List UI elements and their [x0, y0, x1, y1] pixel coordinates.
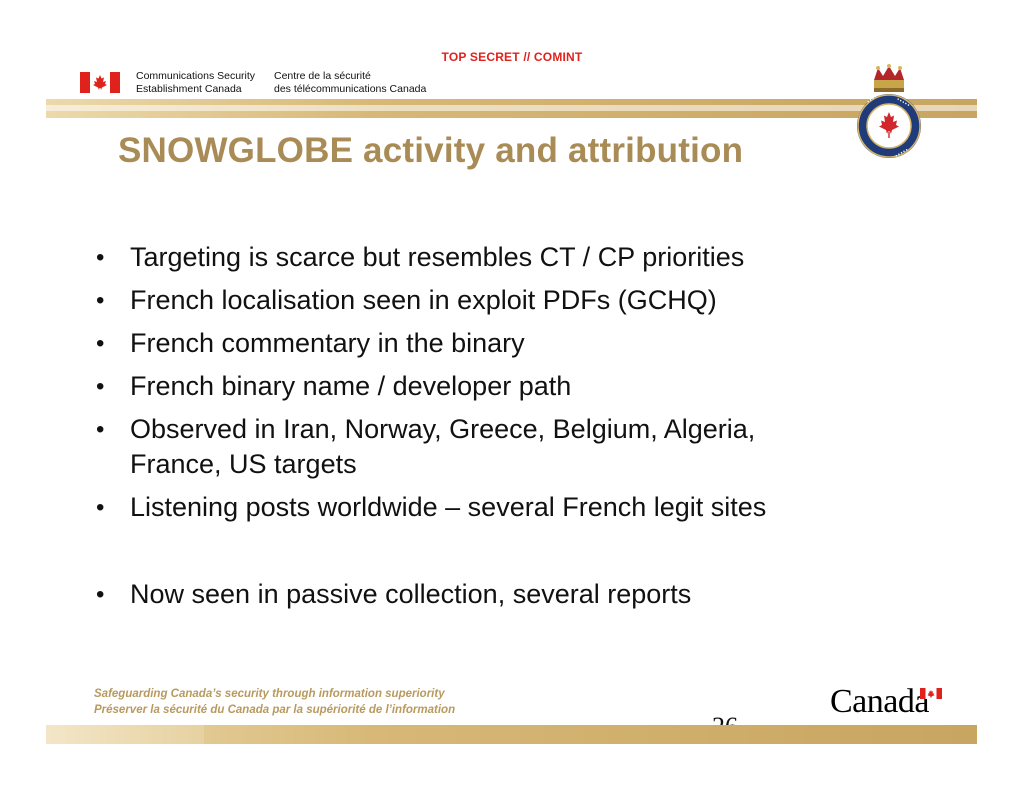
bullet-text: Listening posts worldwide – several Fren…	[130, 492, 767, 522]
footer-motto-english: Safeguarding Canada’s security through i…	[94, 688, 445, 700]
footer-band-light-segment	[46, 725, 204, 744]
bullet-list: • Targeting is scarce but resembles CT /…	[96, 240, 976, 612]
bullet-text: French binary name / developer path	[130, 371, 572, 401]
bullet-item: • Now seen in passive collection, severa…	[96, 577, 976, 612]
canada-flag-icon	[80, 72, 120, 93]
org-name-english-line1: Communications Security	[136, 70, 256, 82]
org-name-french-line1: Centre de la sécurité	[274, 70, 371, 82]
bullet-item: • Listening posts worldwide – several Fr…	[96, 490, 976, 525]
canada-flag-icon	[920, 688, 942, 699]
bullet-dot: •	[96, 494, 105, 521]
org-name-french-line2: des télécommunications Canada	[274, 83, 427, 95]
bullet-text: Now seen in passive collection, several …	[130, 579, 692, 609]
org-name-english: Communications Security Establishment Ca…	[136, 70, 255, 96]
bullet-text-continued: France, US targets	[130, 449, 357, 479]
bullet-text: Observed in Iran, Norway, Greece, Belgiu…	[130, 414, 756, 444]
bullet-text: Targeting is scarce but resembles CT / C…	[130, 242, 745, 272]
bullet-item: • Observed in Iran, Norway, Greece, Belg…	[96, 412, 976, 482]
slide-title: SNOWGLOBE activity and attribution	[118, 131, 744, 170]
org-name-french: Centre de la sécurité des télécommunicat…	[274, 70, 426, 96]
bullet-dot: •	[96, 244, 105, 271]
bullet-item: • French commentary in the binary	[96, 326, 976, 361]
bullet-dot: •	[96, 416, 105, 443]
org-name-english-line2: Establishment Canada	[136, 83, 242, 95]
bullet-text: French commentary in the binary	[130, 328, 525, 358]
canada-wordmark: Canada	[830, 683, 929, 720]
bullet-item: • French localisation seen in exploit PD…	[96, 283, 976, 318]
bullet-dot: •	[96, 581, 105, 608]
bullet-dot: •	[96, 287, 105, 314]
bullet-dot: •	[96, 330, 105, 357]
bullet-item: • French binary name / developer path	[96, 369, 976, 404]
bullet-text: French localisation seen in exploit PDFs…	[130, 285, 717, 315]
bullet-dot: •	[96, 373, 105, 400]
cse-crest-icon: ••••• ••••• ••••• •••••	[857, 64, 921, 164]
classification-banner: TOP SECRET // COMINT	[441, 50, 583, 64]
bullet-item: • Targeting is scarce but resembles CT /…	[96, 240, 976, 275]
footer-motto-french: Préserver la sécurité du Canada par la s…	[94, 704, 456, 716]
header-band-highlight	[46, 105, 977, 111]
